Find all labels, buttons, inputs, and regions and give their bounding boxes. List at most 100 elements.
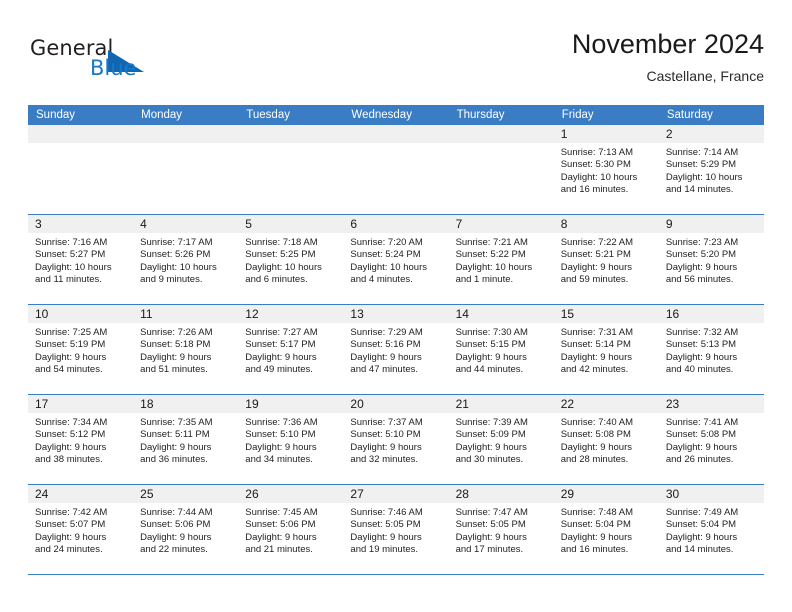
- day-sunset-text: Sunset: 5:06 PM: [140, 519, 211, 531]
- day-daylight1-text: Daylight: 9 hours: [665, 261, 738, 273]
- calendar-day-cell[interactable]: 23 Sunrise: 7:41 AM Sunset: 5:08 PM Dayligh…: [658, 395, 764, 484]
- day-sunset-text: Sunset: 5:06 PM: [245, 519, 316, 531]
- day-sun-info: Sunrise: 7:37 AM Sunset: 5:10 PM Daylight:…: [343, 413, 448, 467]
- calendar-day-cell[interactable]: 16 Sunrise: 7:32 AM Sunset: 5:13 PM Dayligh…: [658, 305, 764, 394]
- calendar-day-cell[interactable]: 4 Sunrise: 7:17 AM Sunset: 5:26 PM Daylight…: [133, 215, 239, 304]
- day-daylight2-text: and 9 minutes.: [140, 274, 203, 286]
- day-number: 3: [28, 215, 134, 233]
- day-sun-info: Sunrise: 7:40 AM Sunset: 5:08 PM Daylight:…: [554, 413, 659, 467]
- day-sunrise-text: Sunrise: 7:26 AM: [140, 327, 213, 338]
- calendar-week-row: 10 Sunrise: 7:25 AM Sunset: 5:19 PM Dayligh…: [28, 305, 764, 395]
- day-number: 10: [28, 305, 134, 323]
- day-number: 27: [343, 485, 449, 503]
- calendar-day-cell[interactable]: 11 Sunrise: 7:26 AM Sunset: 5:18 PM Dayligh…: [133, 305, 239, 394]
- day-daylight2-text: and 1 minute.: [455, 274, 514, 286]
- calendar-day-cell[interactable]: 29 Sunrise: 7:48 AM Sunset: 5:04 PM Dayligh…: [553, 485, 659, 574]
- calendar-day-cell[interactable]: 18 Sunrise: 7:35 AM Sunset: 5:11 PM Dayligh…: [133, 395, 239, 484]
- day-daylight1-text: Daylight: 9 hours: [245, 531, 317, 543]
- calendar-day-cell[interactable]: 12 Sunrise: 7:27 AM Sunset: 5:17 PM Dayligh…: [238, 305, 344, 394]
- day-number: 23: [658, 395, 764, 413]
- day-sunrise-text: Sunrise: 7:34 AM: [35, 417, 108, 428]
- day-daylight2-text: and 16 minutes.: [560, 184, 629, 196]
- day-sun-info: Sunrise: 7:17 AM Sunset: 5:26 PM Daylight:…: [133, 233, 238, 287]
- calendar-day-cell[interactable]: 25 Sunrise: 7:44 AM Sunset: 5:06 PM Dayligh…: [133, 485, 239, 574]
- day-daylight1-text: Daylight: 10 hours: [245, 261, 322, 273]
- day-sunset-text: Sunset: 5:08 PM: [560, 429, 631, 441]
- calendar-day-cell[interactable]: 21 Sunrise: 7:39 AM Sunset: 5:09 PM Dayligh…: [448, 395, 554, 484]
- calendar-day-cell-empty[interactable]: [343, 125, 449, 214]
- calendar-day-cell[interactable]: 15 Sunrise: 7:31 AM Sunset: 5:14 PM Dayligh…: [553, 305, 659, 394]
- day-sunset-text: Sunset: 5:17 PM: [245, 339, 316, 351]
- day-number: 6: [343, 215, 449, 233]
- calendar-day-cell[interactable]: 19 Sunrise: 7:36 AM Sunset: 5:10 PM Dayligh…: [238, 395, 344, 484]
- calendar-day-cell[interactable]: 13 Sunrise: 7:29 AM Sunset: 5:16 PM Dayligh…: [343, 305, 449, 394]
- calendar-weeks: 1 Sunrise: 7:13 AM Sunset: 5:30 PM Daylight…: [28, 125, 764, 575]
- day-sunset-text: Sunset: 5:08 PM: [665, 429, 737, 441]
- day-number: [133, 125, 239, 143]
- day-daylight2-text: and 14 minutes.: [665, 184, 734, 196]
- day-daylight2-text: and 26 minutes.: [665, 454, 734, 466]
- day-number: 11: [133, 305, 239, 323]
- calendar-week-row: 1 Sunrise: 7:13 AM Sunset: 5:30 PM Daylight…: [28, 125, 764, 215]
- day-daylight1-text: Daylight: 9 hours: [350, 441, 422, 453]
- day-daylight1-text: Daylight: 9 hours: [35, 531, 107, 543]
- day-daylight2-text: and 59 minutes.: [560, 274, 629, 286]
- day-sun-info: Sunrise: 7:18 AM Sunset: 5:25 PM Daylight:…: [238, 233, 343, 287]
- calendar-day-cell[interactable]: 5 Sunrise: 7:18 AM Sunset: 5:25 PM Daylight…: [238, 215, 344, 304]
- day-sunrise-text: Sunrise: 7:40 AM: [560, 417, 634, 428]
- day-sunrise-text: Sunrise: 7:31 AM: [560, 327, 634, 338]
- day-sun-info: Sunrise: 7:26 AM Sunset: 5:18 PM Daylight:…: [133, 323, 238, 377]
- day-sunset-text: Sunset: 5:18 PM: [140, 339, 211, 351]
- day-number: 8: [553, 215, 659, 233]
- day-sun-info: Sunrise: 7:13 AM Sunset: 5:30 PM Daylight:…: [554, 143, 659, 197]
- day-sunset-text: Sunset: 5:16 PM: [350, 339, 421, 351]
- calendar-day-cell[interactable]: 24 Sunrise: 7:42 AM Sunset: 5:07 PM Dayligh…: [28, 485, 134, 574]
- day-daylight2-text: and 17 minutes.: [455, 544, 524, 556]
- calendar-day-cell-empty[interactable]: [28, 125, 134, 214]
- day-sun-info: Sunrise: 7:45 AM Sunset: 5:06 PM Daylight:…: [238, 503, 343, 557]
- calendar-day-cell[interactable]: 30 Sunrise: 7:49 AM Sunset: 5:04 PM Dayligh…: [658, 485, 764, 574]
- day-number: 7: [448, 215, 554, 233]
- weekday-header-friday: Friday: [561, 109, 594, 121]
- day-sunrise-text: Sunrise: 7:42 AM: [35, 507, 108, 518]
- calendar-day-cell-empty[interactable]: [238, 125, 344, 214]
- day-daylight2-text: and 30 minutes.: [455, 454, 524, 466]
- day-sunrise-text: Sunrise: 7:25 AM: [35, 327, 108, 338]
- day-number: 16: [658, 305, 764, 323]
- day-daylight2-text: and 36 minutes.: [140, 454, 208, 466]
- calendar-day-cell[interactable]: 6 Sunrise: 7:20 AM Sunset: 5:24 PM Daylight…: [343, 215, 449, 304]
- calendar-day-cell[interactable]: 1 Sunrise: 7:13 AM Sunset: 5:30 PM Daylight…: [553, 125, 659, 214]
- day-sun-info: Sunrise: 7:23 AM Sunset: 5:20 PM Daylight:…: [659, 233, 764, 287]
- day-sun-info: Sunrise: 7:29 AM Sunset: 5:16 PM Daylight:…: [343, 323, 448, 377]
- calendar-day-cell[interactable]: 3 Sunrise: 7:16 AM Sunset: 5:27 PM Daylight…: [28, 215, 134, 304]
- day-sunrise-text: Sunrise: 7:29 AM: [350, 327, 423, 338]
- day-sunrise-text: Sunrise: 7:35 AM: [140, 417, 213, 428]
- calendar-day-cell[interactable]: 10 Sunrise: 7:25 AM Sunset: 5:19 PM Dayligh…: [28, 305, 134, 394]
- day-sunset-text: Sunset: 5:27 PM: [35, 249, 106, 261]
- calendar-day-cell[interactable]: 14 Sunrise: 7:30 AM Sunset: 5:15 PM Dayligh…: [448, 305, 554, 394]
- day-sun-info: Sunrise: 7:27 AM Sunset: 5:17 PM Daylight:…: [238, 323, 343, 377]
- brand-logo[interactable]: General Blue: [28, 36, 208, 88]
- calendar-day-cell[interactable]: 7 Sunrise: 7:21 AM Sunset: 5:22 PM Daylight…: [448, 215, 554, 304]
- calendar-page: General Blue November 2024 Castellane, F…: [0, 0, 792, 612]
- calendar-day-cell[interactable]: 28 Sunrise: 7:47 AM Sunset: 5:05 PM Dayligh…: [448, 485, 554, 574]
- day-daylight1-text: Daylight: 9 hours: [350, 351, 422, 363]
- calendar-day-cell-empty[interactable]: [448, 125, 554, 214]
- calendar-day-cell[interactable]: 2 Sunrise: 7:14 AM Sunset: 5:29 PM Daylight…: [658, 125, 764, 214]
- day-number: [28, 125, 134, 143]
- day-number: 4: [133, 215, 239, 233]
- calendar-day-cell-empty[interactable]: [133, 125, 239, 214]
- calendar-day-cell[interactable]: 20 Sunrise: 7:37 AM Sunset: 5:10 PM Dayligh…: [343, 395, 449, 484]
- calendar-day-cell[interactable]: 17 Sunrise: 7:34 AM Sunset: 5:12 PM Dayligh…: [28, 395, 134, 484]
- calendar-day-cell[interactable]: 8 Sunrise: 7:22 AM Sunset: 5:21 PM Daylight…: [553, 215, 659, 304]
- day-sun-info: Sunrise: 7:16 AM Sunset: 5:27 PM Daylight:…: [28, 233, 133, 287]
- day-sunrise-text: Sunrise: 7:13 AM: [560, 147, 634, 158]
- day-daylight2-text: and 54 minutes.: [35, 364, 103, 376]
- calendar-day-cell[interactable]: 9 Sunrise: 7:23 AM Sunset: 5:20 PM Daylight…: [658, 215, 764, 304]
- day-daylight1-text: Daylight: 9 hours: [455, 441, 527, 453]
- calendar-day-cell[interactable]: 27 Sunrise: 7:46 AM Sunset: 5:05 PM Dayligh…: [343, 485, 449, 574]
- calendar-day-cell[interactable]: 22 Sunrise: 7:40 AM Sunset: 5:08 PM Dayligh…: [553, 395, 659, 484]
- day-sunset-text: Sunset: 5:21 PM: [560, 249, 631, 261]
- day-number: 17: [28, 395, 134, 413]
- calendar-day-cell[interactable]: 26 Sunrise: 7:45 AM Sunset: 5:06 PM Dayligh…: [238, 485, 344, 574]
